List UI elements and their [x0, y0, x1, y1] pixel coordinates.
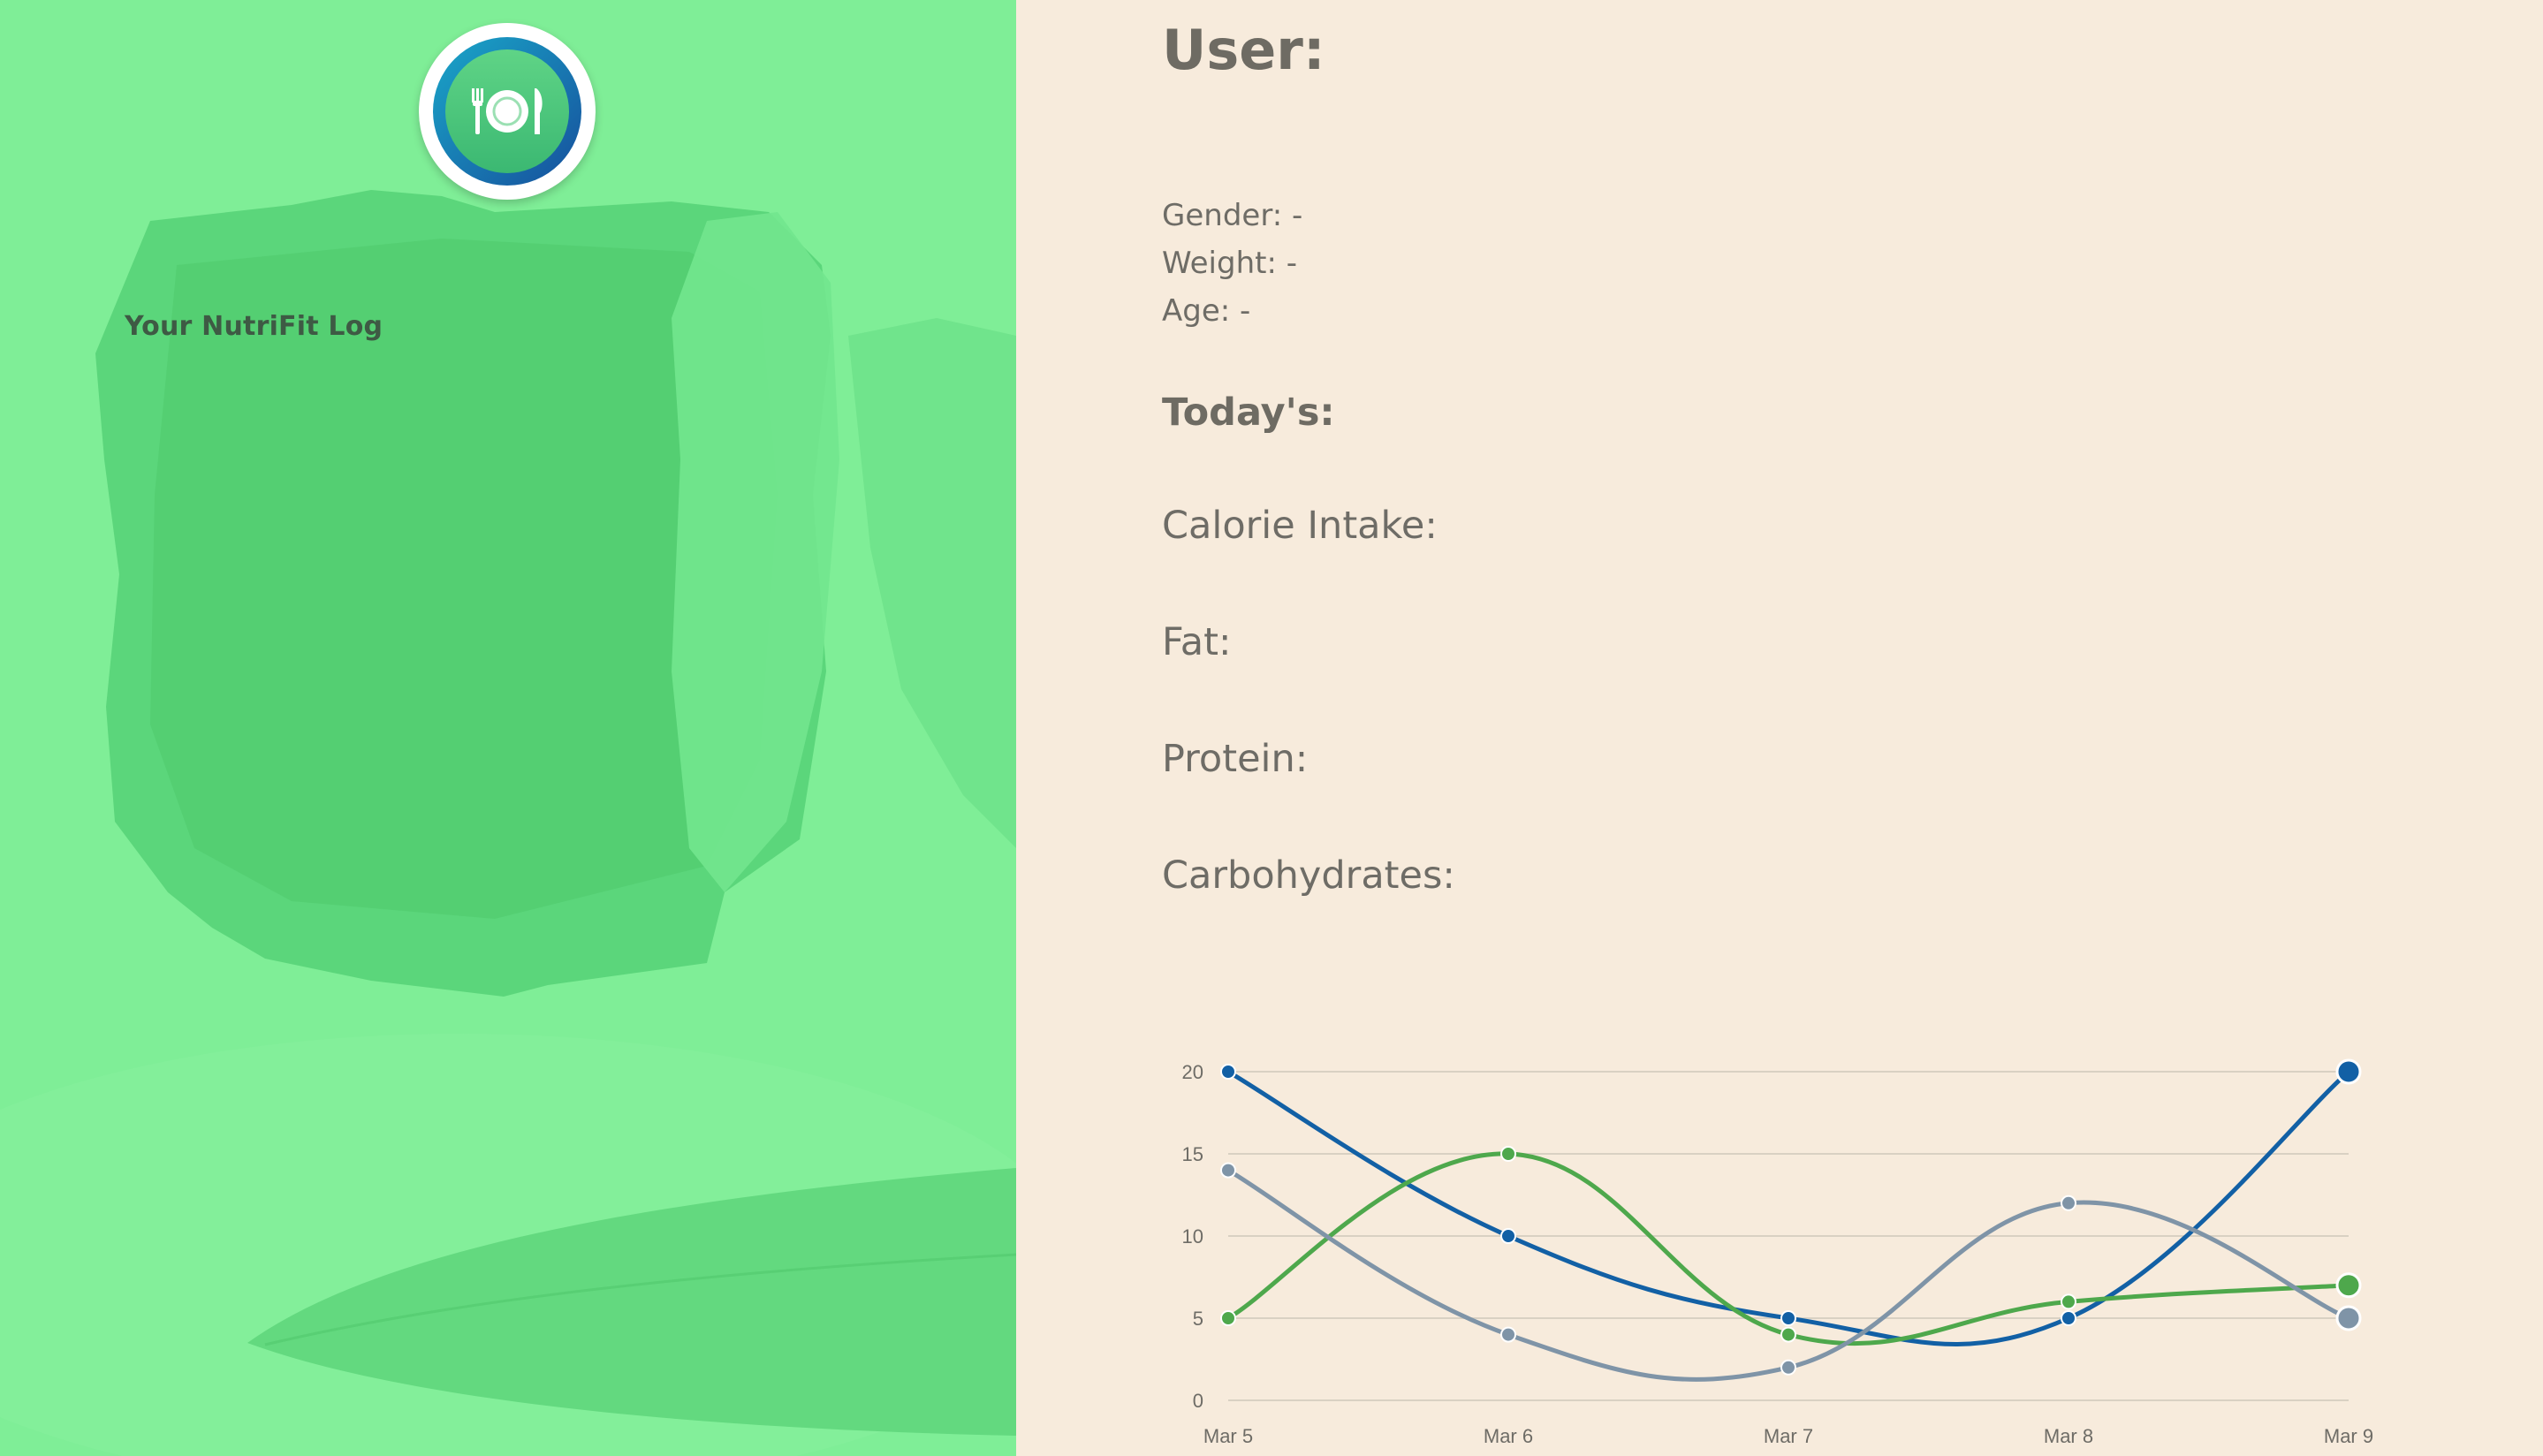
- age-row: Age: -: [1162, 293, 1250, 329]
- data-point: [1500, 1228, 1516, 1244]
- calorie-intake-label: Calorie Intake:: [1162, 504, 1438, 548]
- dashboard-panel: User: Gender: - Weight: - Age: - Today's…: [1016, 0, 2543, 1456]
- x-tick-label: Mar 6: [1484, 1425, 1533, 1447]
- data-point: [1500, 1326, 1516, 1343]
- brand-title: Your NutriFit Log: [125, 311, 383, 342]
- age-value: -: [1240, 293, 1251, 329]
- data-point: [1220, 1064, 1236, 1080]
- data-point: [2335, 1058, 2362, 1085]
- data-point: [2335, 1272, 2362, 1299]
- x-tick-label: Mar 8: [2044, 1425, 2093, 1447]
- today-heading: Today's:: [1162, 391, 1335, 435]
- y-tick-label: 10: [1182, 1225, 1203, 1247]
- data-point: [2061, 1293, 2076, 1310]
- food-background-image: [0, 190, 1016, 1456]
- nutrition-line-chart: 0 5 10 15 20 Mar 5 Mar 6 Mar 7 Mar 8 Mar 9: [1182, 1058, 2373, 1447]
- data-point: [1220, 1310, 1236, 1326]
- series-line-0: [1226, 1069, 2350, 1346]
- data-point: [2061, 1194, 2076, 1211]
- data-point: [2061, 1310, 2076, 1326]
- fat-label: Fat:: [1162, 620, 1232, 664]
- data-point: [1780, 1359, 1796, 1376]
- protein-label: Protein:: [1162, 737, 1309, 781]
- plate-fork-knife-icon: [433, 37, 581, 186]
- y-tick-label: 15: [1182, 1143, 1203, 1165]
- data-point: [1220, 1162, 1236, 1179]
- data-point: [1780, 1326, 1796, 1343]
- x-tick-label: Mar 9: [2324, 1425, 2373, 1447]
- age-label: Age:: [1162, 293, 1231, 329]
- app-logo[interactable]: [419, 23, 596, 200]
- gender-label: Gender:: [1162, 198, 1283, 233]
- data-point: [1500, 1146, 1516, 1162]
- y-tick-label: 0: [1193, 1390, 1203, 1412]
- series-line-2: [1226, 1168, 2349, 1382]
- data-point: [1780, 1310, 1796, 1326]
- x-tick-label: Mar 5: [1203, 1425, 1253, 1447]
- sidebar: Your NutriFit Log: [0, 0, 1016, 1456]
- weight-row: Weight: -: [1162, 246, 1297, 281]
- user-heading: User:: [1162, 18, 1325, 82]
- gender-row: Gender: -: [1162, 198, 1302, 233]
- weight-value: -: [1286, 246, 1298, 281]
- carbohydrates-label: Carbohydrates:: [1162, 853, 1455, 898]
- weight-label: Weight:: [1162, 246, 1277, 281]
- x-tick-label: Mar 7: [1764, 1425, 1813, 1447]
- y-tick-label: 20: [1182, 1061, 1203, 1083]
- app-page: Your NutriFit Log User: Gender: - Weight…: [0, 0, 2543, 1456]
- y-tick-label: 5: [1193, 1308, 1203, 1330]
- gender-value: -: [1291, 198, 1303, 233]
- data-point: [2335, 1305, 2362, 1331]
